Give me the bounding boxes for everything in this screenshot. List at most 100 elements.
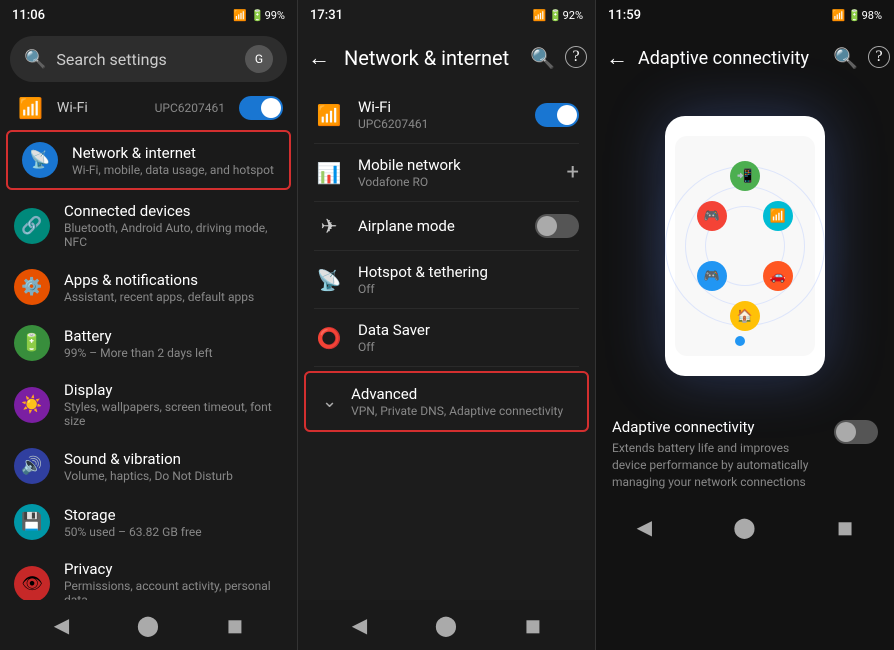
net-mobile-title: Mobile network	[358, 156, 553, 174]
advanced-chevron-icon: ⌄	[322, 391, 337, 412]
net-advanced-sub: VPN, Private DNS, Adaptive connectivity	[351, 404, 571, 418]
net-advanced-title: Advanced	[351, 385, 571, 403]
privacy-icon: 👁	[14, 566, 50, 601]
datasaver-icon: ⭕	[314, 326, 344, 350]
recents-button-nav-p3[interactable]: ◼	[837, 515, 854, 539]
add-network-button[interactable]: +	[567, 160, 579, 185]
sound-subtitle: Volume, haptics, Do Not Disturb	[64, 469, 283, 483]
apps-icon: ⚙️	[14, 269, 50, 305]
app-icon-blue: 🎮	[697, 261, 727, 291]
bottom-nav-panel1: ◀ ⬤ ◼	[0, 600, 297, 650]
settings-item-sound[interactable]: 🔊 Sound & vibration Volume, haptics, Do …	[0, 438, 297, 494]
network-list: 📶 Wi-Fi UPC6207461 📊 Mobile network Voda…	[298, 86, 595, 600]
home-button-p1[interactable]: ⬤	[137, 613, 159, 637]
time-panel1: 11:06	[12, 8, 45, 23]
status-icons-panel1: 📶 🔋99%	[233, 9, 285, 22]
display-text: Display Styles, wallpapers, screen timeo…	[64, 381, 283, 428]
phone-body: 📲 🎮 📶 🎮 🚗 🏠	[665, 116, 825, 376]
recents-button-p1[interactable]: ◼	[227, 613, 244, 637]
net-hotspot-title: Hotspot & tethering	[358, 263, 579, 281]
apps-title: Apps & notifications	[64, 271, 283, 289]
net-datasaver-sub: Off	[358, 340, 579, 354]
time-panel2: 17:31	[310, 8, 343, 23]
privacy-subtitle: Permissions, account activity, personal …	[64, 579, 283, 600]
net-item-datasaver[interactable]: ⭕ Data Saver Off	[298, 309, 595, 366]
back-button-p2[interactable]: ←	[302, 39, 336, 77]
net-item-hotspot[interactable]: 📡 Hotspot & tethering Off	[298, 251, 595, 308]
settings-item-privacy[interactable]: 👁 Privacy Permissions, account activity,…	[0, 550, 297, 600]
adaptive-header-icons: 🔍 ?	[833, 46, 890, 70]
net-wifi-title: Wi-Fi	[358, 98, 521, 116]
search-placeholder: Search settings	[56, 50, 235, 69]
app-icon-red: 🎮	[697, 201, 727, 231]
settings-item-display[interactable]: ☀️ Display Styles, wallpapers, screen ti…	[0, 371, 297, 438]
settings-item-connected[interactable]: 🔗 Connected devices Bluetooth, Android A…	[0, 192, 297, 259]
status-icons-p3: 📶 🔋98%	[831, 9, 882, 22]
display-icon: ☀️	[14, 387, 50, 423]
display-subtitle: Styles, wallpapers, screen timeout, font…	[64, 400, 283, 428]
net-item-airplane[interactable]: ✈ Airplane mode	[298, 202, 595, 250]
network-help-icon[interactable]: ?	[565, 46, 587, 68]
adaptive-search-icon[interactable]: 🔍	[833, 46, 858, 70]
status-bar-panel2: 17:31 📶 🔋92%	[298, 0, 595, 30]
adaptive-illustration: 📲 🎮 📶 🎮 🚗 🏠	[596, 86, 894, 406]
app-icon-green: 📲	[730, 161, 760, 191]
status-bar-panel1: 11:06 📶 🔋99%	[0, 0, 297, 30]
wifi-quick-item[interactable]: 📶 Wi-Fi UPC6207461	[0, 88, 297, 128]
illustration-container: 📲 🎮 📶 🎮 🚗 🏠	[645, 116, 845, 376]
home-button-nav-p2[interactable]: ⬤	[435, 613, 457, 637]
net-item-advanced[interactable]: ⌄ Advanced VPN, Private DNS, Adaptive co…	[304, 371, 589, 432]
battery-title: Battery	[64, 327, 283, 345]
net-item-wifi[interactable]: 📶 Wi-Fi UPC6207461	[298, 86, 595, 143]
app-icon-amber: 🏠	[730, 301, 760, 331]
connected-icon: 🔗	[14, 208, 50, 244]
bottom-nav-panel3: ◀ ⬤ ◼	[596, 502, 894, 552]
network-header-title: Network & internet	[344, 46, 522, 70]
avatar[interactable]: G	[245, 45, 273, 73]
storage-icon: 💾	[14, 504, 50, 540]
adaptive-info-desc: Extends battery life and improves device…	[612, 440, 824, 490]
bottom-nav-panel2: ◀ ⬤ ◼	[298, 600, 595, 650]
panel-network-internet: 17:31 📶 🔋92% ← Network & internet 🔍 ? 📶 …	[298, 0, 596, 650]
adaptive-header-bar: ← Adaptive connectivity 🔍 ?	[596, 30, 894, 86]
adaptive-help-icon[interactable]: ?	[868, 46, 890, 68]
wifi-net-toggle[interactable]	[535, 103, 579, 127]
settings-item-apps[interactable]: ⚙️ Apps & notifications Assistant, recen…	[0, 259, 297, 315]
network-search-icon[interactable]: 🔍	[530, 46, 555, 70]
net-airplane-title: Airplane mode	[358, 217, 521, 235]
settings-item-storage[interactable]: 💾 Storage 50% used – 63.82 GB free	[0, 494, 297, 550]
battery-p3: 📶 🔋98%	[831, 9, 882, 22]
net-datasaver-text: Data Saver Off	[358, 321, 579, 354]
net-item-mobile[interactable]: 📊 Mobile network Vodafone RO +	[298, 144, 595, 201]
wifi-subtitle: UPC6207461	[155, 101, 225, 115]
app-icon-orange: 🚗	[763, 261, 793, 291]
wifi-toggle[interactable]	[239, 96, 283, 120]
settings-item-battery[interactable]: 🔋 Battery 99% – More than 2 days left	[0, 315, 297, 371]
search-bar[interactable]: 🔍 Search settings G	[10, 36, 287, 82]
panel-adaptive-connectivity: 11:59 📶 🔋98% ← Adaptive connectivity 🔍 ?	[596, 0, 894, 650]
battery-subtitle: 99% – More than 2 days left	[64, 346, 283, 360]
back-button-nav-p2[interactable]: ◀	[352, 613, 367, 637]
connected-title: Connected devices	[64, 202, 283, 220]
network-header: ← Network & internet 🔍 ?	[298, 30, 595, 86]
back-button-nav-p3[interactable]: ◀	[637, 515, 652, 539]
privacy-text: Privacy Permissions, account activity, p…	[64, 560, 283, 600]
time-panel3: 11:59	[608, 8, 641, 23]
adaptive-connectivity-toggle[interactable]	[834, 420, 878, 444]
recents-button-nav-p2[interactable]: ◼	[525, 613, 542, 637]
settings-item-network[interactable]: 📡 Network & internet Wi-Fi, mobile, data…	[6, 130, 291, 190]
apps-text: Apps & notifications Assistant, recent a…	[64, 271, 283, 304]
hotspot-icon: 📡	[314, 268, 344, 292]
network-text: Network & internet Wi-Fi, mobile, data u…	[72, 144, 275, 177]
sound-icon: 🔊	[14, 448, 50, 484]
net-hotspot-text: Hotspot & tethering Off	[358, 263, 579, 296]
back-button-p1[interactable]: ◀	[54, 613, 69, 637]
back-button-p3[interactable]: ←	[600, 39, 634, 77]
status-icons-p2: 📶 🔋92%	[532, 9, 583, 22]
airplane-icon: ✈	[314, 214, 344, 238]
adaptive-header-title: Adaptive connectivity	[638, 48, 829, 69]
airplane-toggle[interactable]	[535, 214, 579, 238]
net-wifi-text: Wi-Fi UPC6207461	[358, 98, 521, 131]
battery-icon-p1: 📶	[233, 9, 247, 22]
home-button-nav-p3[interactable]: ⬤	[733, 515, 755, 539]
